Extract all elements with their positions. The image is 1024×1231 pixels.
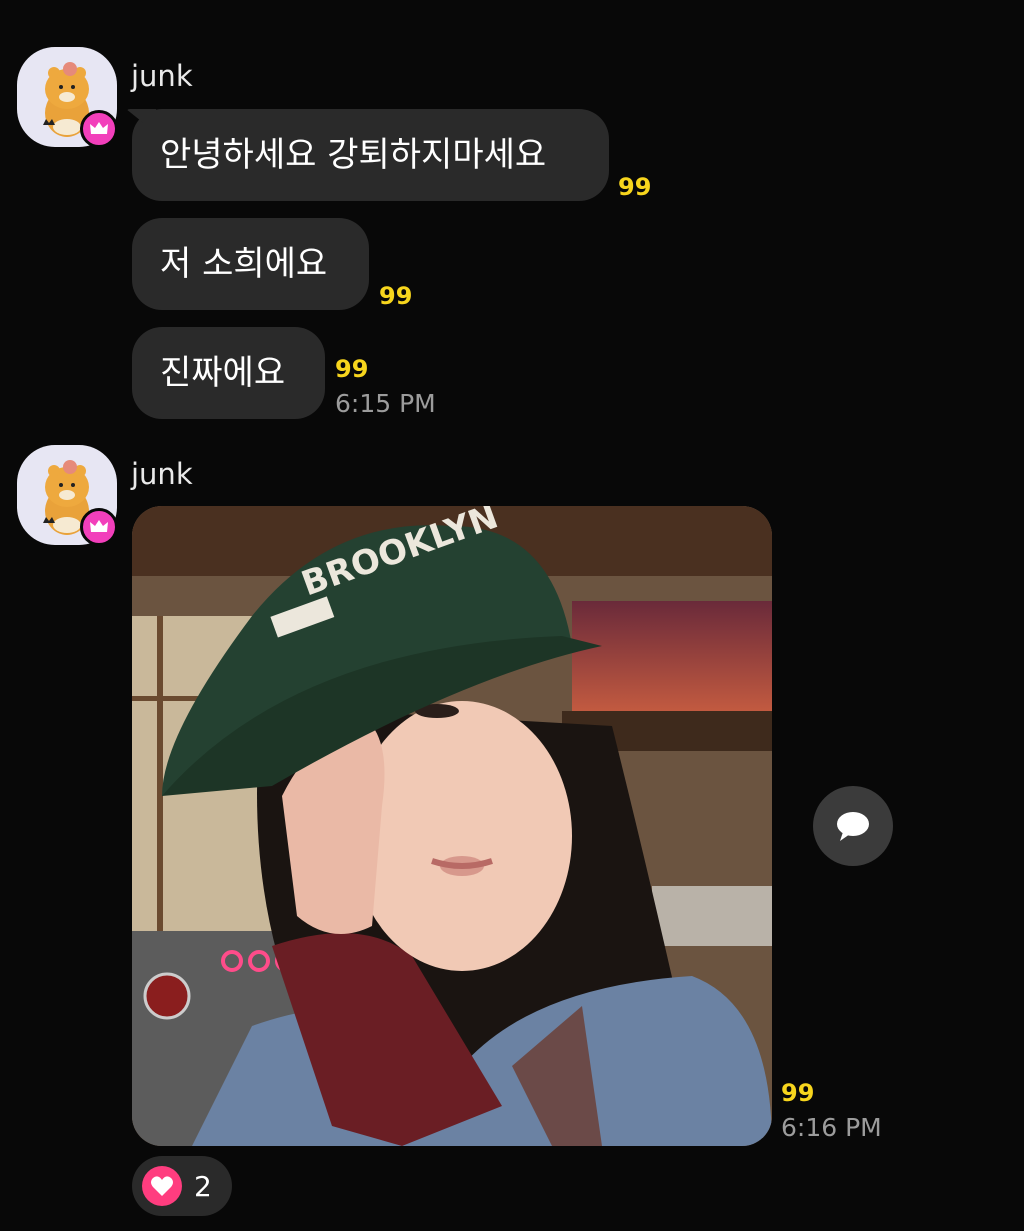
speech-bubble-icon xyxy=(837,812,869,841)
reaction-pill[interactable]: 2 xyxy=(132,1156,232,1216)
photo-image: BROOKLYN xyxy=(132,506,772,1146)
heart-icon xyxy=(142,1166,182,1206)
unread-count: 99 xyxy=(618,173,652,201)
message-bubble[interactable]: 안녕하세요 강퇴하지마세요 xyxy=(132,109,609,201)
message-time: 6:15 PM xyxy=(335,389,436,418)
message-time: 6:16 PM xyxy=(781,1113,882,1142)
unread-count: 99 xyxy=(379,282,413,310)
crown-icon xyxy=(90,122,108,134)
crown-icon xyxy=(90,520,108,532)
unread-count: 99 xyxy=(781,1079,815,1107)
message-bubble[interactable]: 저 소희에요 xyxy=(132,218,369,310)
unread-count: 99 xyxy=(335,355,369,383)
reaction-count: 2 xyxy=(194,1169,212,1203)
chat-room: junk 안녕하세요 강퇴하지마세요 99 저 소희에요 99 진짜에요 99 … xyxy=(0,0,1024,1231)
sender-avatar[interactable] xyxy=(17,445,118,546)
sender-avatar[interactable] xyxy=(17,47,118,148)
sender-name: junk xyxy=(131,59,193,93)
share-button[interactable] xyxy=(813,786,893,866)
message-bubble[interactable]: 진짜에요 xyxy=(132,327,325,419)
photo-message[interactable]: BROOKLYN xyxy=(132,506,772,1146)
sender-name: junk xyxy=(131,457,193,491)
crown-badge xyxy=(80,110,118,148)
crown-badge xyxy=(80,508,118,546)
